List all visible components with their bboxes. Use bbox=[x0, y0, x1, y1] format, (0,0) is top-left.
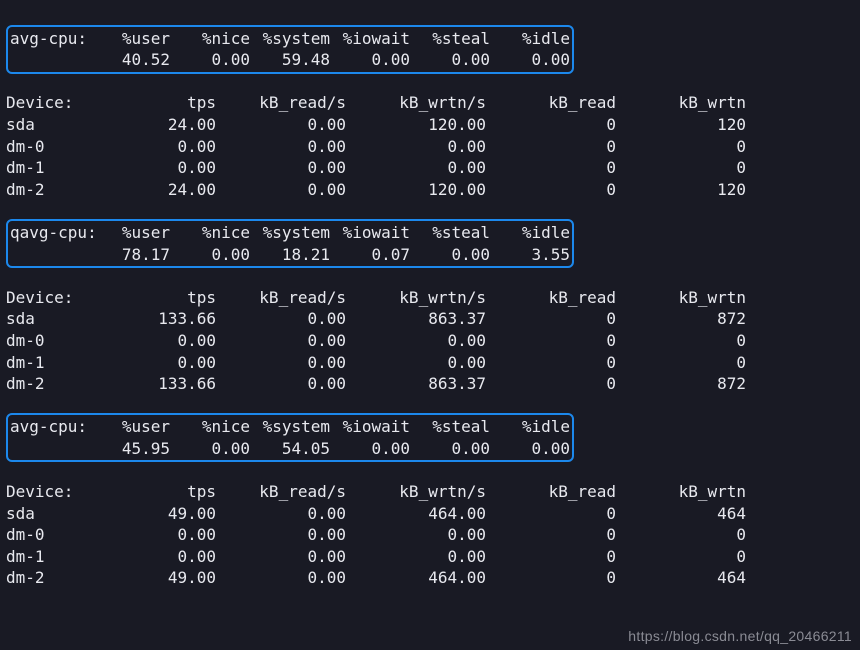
col-kbrs: kB_read/s bbox=[216, 92, 346, 114]
col-iowait: %iowait bbox=[330, 28, 410, 50]
col-idle: %idle bbox=[490, 28, 570, 50]
col-nice: %nice bbox=[170, 28, 250, 50]
cpu-header-row: avg-cpu:%user%nice%system%iowait%steal%i… bbox=[10, 28, 570, 50]
val-user: 40.52 bbox=[100, 49, 170, 71]
cpu-values-row: 78.170.0018.210.070.003.55 bbox=[10, 244, 570, 266]
table-row: dm-10.000.000.0000 bbox=[6, 158, 746, 177]
val-steal: 0.00 bbox=[410, 49, 490, 71]
table-row: sda24.000.00120.000120 bbox=[6, 115, 746, 134]
cpu-values-row: 40.520.0059.480.000.000.00 bbox=[10, 49, 570, 71]
col-system: %system bbox=[250, 28, 330, 50]
avg-cpu-box-0: avg-cpu:%user%nice%system%iowait%steal%i… bbox=[6, 25, 574, 74]
avg-cpu-label: qavg-cpu: bbox=[10, 222, 100, 244]
table-row: dm-224.000.00120.000120 bbox=[6, 180, 746, 199]
col-user: %user bbox=[100, 28, 170, 50]
table-row: dm-00.000.000.0000 bbox=[6, 331, 746, 350]
device-header-row: Device:tpskB_read/skB_wrtn/skB_readkB_wr… bbox=[6, 288, 746, 307]
col-device: Device: bbox=[6, 92, 96, 114]
col-steal: %steal bbox=[410, 28, 490, 50]
table-row: sda133.660.00863.370872 bbox=[6, 309, 746, 328]
table-row: sda49.000.00464.000464 bbox=[6, 504, 746, 523]
table-row: dm-00.000.000.0000 bbox=[6, 525, 746, 544]
table-row: dm-2133.660.00863.370872 bbox=[6, 374, 746, 393]
table-row: dm-249.000.00464.000464 bbox=[6, 568, 746, 587]
col-kbws: kB_wrtn/s bbox=[346, 92, 486, 114]
table-row: dm-10.000.000.0000 bbox=[6, 353, 746, 372]
cpu-values-row: 45.950.0054.050.000.000.00 bbox=[10, 438, 570, 460]
avg-cpu-label: avg-cpu: bbox=[10, 28, 100, 50]
col-kbw: kB_wrtn bbox=[616, 92, 746, 114]
watermark-text: https://blog.csdn.net/qq_20466211 bbox=[628, 627, 852, 646]
table-row: dm-10.000.000.0000 bbox=[6, 547, 746, 566]
avg-cpu-box-1: qavg-cpu:%user%nice%system%iowait%steal%… bbox=[6, 219, 574, 268]
cpu-header-row: qavg-cpu:%user%nice%system%iowait%steal%… bbox=[10, 222, 570, 244]
table-row: dm-00.000.000.0000 bbox=[6, 137, 746, 156]
device-header-row: Device:tpskB_read/skB_wrtn/skB_readkB_wr… bbox=[6, 482, 746, 501]
avg-cpu-box-2: avg-cpu:%user%nice%system%iowait%steal%i… bbox=[6, 413, 574, 462]
val-nice: 0.00 bbox=[170, 49, 250, 71]
val-iowait: 0.00 bbox=[330, 49, 410, 71]
device-header-row: Device:tpskB_read/skB_wrtn/skB_readkB_wr… bbox=[6, 93, 746, 112]
col-tps: tps bbox=[96, 92, 216, 114]
col-kbr: kB_read bbox=[486, 92, 616, 114]
terminal-output: avg-cpu:%user%nice%system%iowait%steal%i… bbox=[0, 0, 860, 589]
cpu-header-row: avg-cpu:%user%nice%system%iowait%steal%i… bbox=[10, 416, 570, 438]
val-idle: 0.00 bbox=[490, 49, 570, 71]
val-system: 59.48 bbox=[250, 49, 330, 71]
avg-cpu-label: avg-cpu: bbox=[10, 416, 100, 438]
